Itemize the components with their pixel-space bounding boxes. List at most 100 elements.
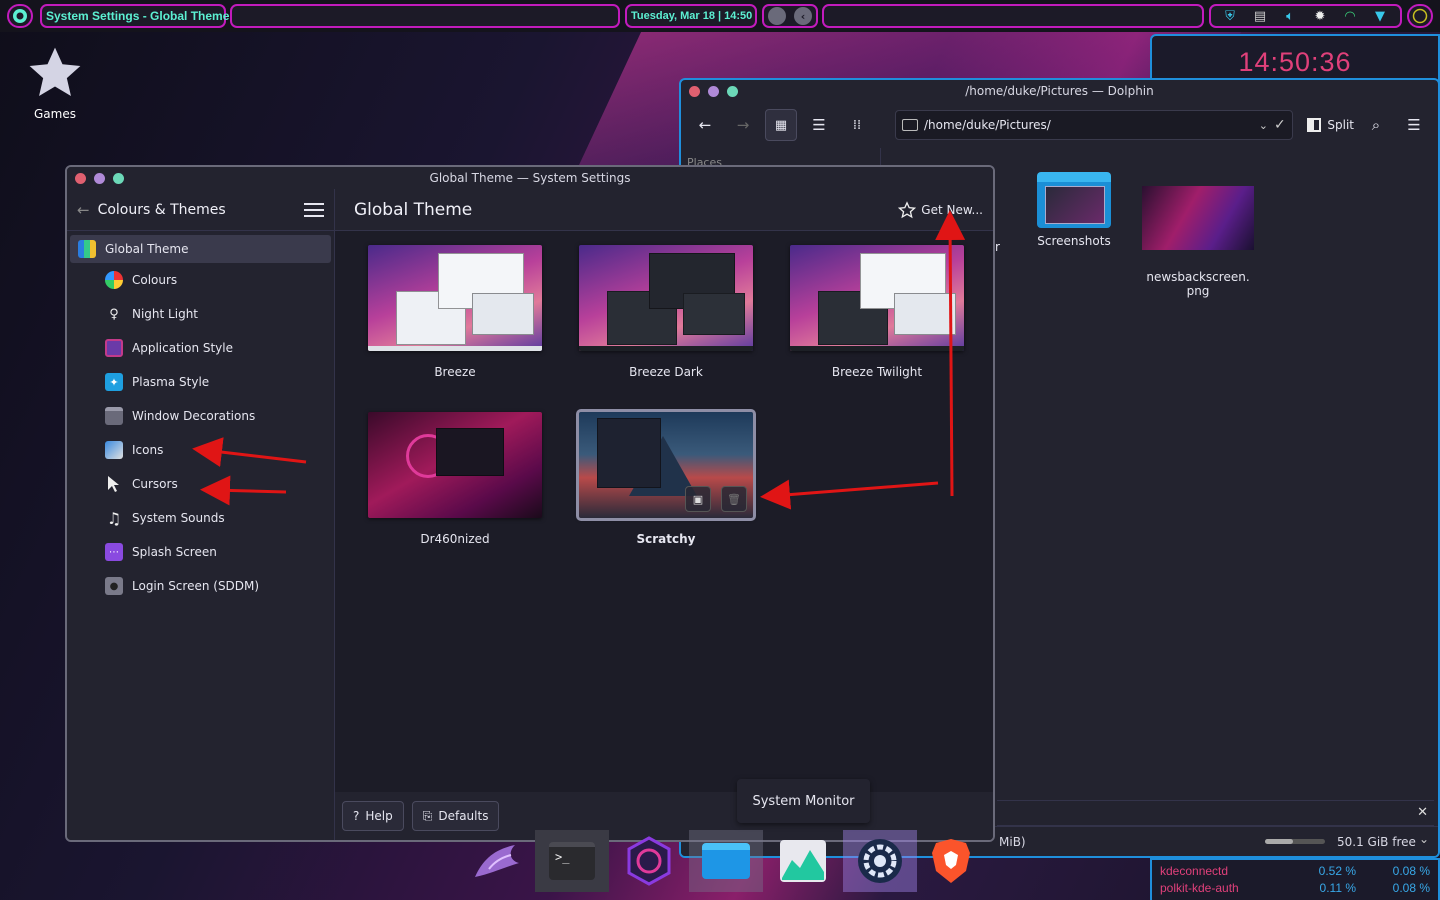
- dolphin-titlebar[interactable]: /home/duke/Pictures — Dolphin: [681, 80, 1438, 102]
- folder-icon: [902, 119, 918, 131]
- defaults-label: Defaults: [438, 809, 489, 823]
- tooltip-text: System Monitor: [752, 793, 855, 809]
- sidebar-item-system-sounds[interactable]: ♫ System Sounds: [67, 501, 334, 535]
- file-item[interactable]: newsbackscreen. png: [1139, 172, 1257, 298]
- settings-main: Global Theme Get New... Breeze Breeze Da…: [335, 189, 993, 840]
- theme-preview: ▣ 🗑︎: [576, 409, 756, 521]
- sidebar-item-icons[interactable]: Icons: [67, 433, 334, 467]
- process-cpu: 0.11 %: [1319, 880, 1356, 895]
- back-arrow-icon[interactable]: ←: [77, 201, 90, 219]
- volume-icon[interactable]: 🔈︎: [1275, 6, 1305, 26]
- split-button[interactable]: Split: [1306, 109, 1354, 141]
- desktop-icon-label: Games: [34, 107, 76, 121]
- settings-title: Global Theme — System Settings: [429, 171, 631, 185]
- minimize-button[interactable]: [708, 85, 719, 97]
- tray-expand-icon[interactable]: ▼: [1365, 6, 1395, 26]
- theme-grid: Breeze Breeze Dark Breeze Twilight Dr460…: [335, 231, 993, 792]
- chevron-down-icon[interactable]: ⌄: [1419, 832, 1429, 846]
- sidebar-item-login-screen[interactable]: ● Login Screen (SDDM): [67, 569, 334, 603]
- power-button[interactable]: [1407, 4, 1433, 28]
- checkmark-icon[interactable]: ✓: [1274, 117, 1286, 133]
- top-panel: System Settings - Global Theme Tuesday, …: [0, 0, 1440, 32]
- dragon-launcher-icon: [475, 845, 519, 877]
- dock-item-garuda[interactable]: [612, 830, 686, 892]
- shield-icon[interactable]: ⛨: [1215, 6, 1245, 26]
- close-button[interactable]: [75, 172, 86, 184]
- system-monitor-icon: [780, 840, 826, 882]
- desktop-icon-games[interactable]: Games: [22, 44, 88, 121]
- lock-icon[interactable]: [768, 7, 786, 25]
- dolphin-toolbar: ← → ▦ ☰ ⁞⁞ /home/duke/Pictures/ ⌄ ✓ Spli…: [681, 102, 1438, 148]
- sidebar-title: Colours & Themes: [97, 201, 226, 218]
- back-button[interactable]: ←: [689, 109, 721, 141]
- document-reset-icon: ⎘: [422, 808, 433, 823]
- forward-button[interactable]: →: [727, 109, 759, 141]
- lock-back-pill[interactable]: ‹: [762, 4, 818, 28]
- details-view-button[interactable]: ☰: [803, 109, 835, 141]
- sidebar-item-night-light[interactable]: ♀ Night Light: [67, 297, 334, 331]
- wifi-icon[interactable]: ◠: [1335, 6, 1365, 26]
- theme-card-breeze-dark[interactable]: Breeze Dark: [576, 245, 756, 379]
- sidebar-item-label: Global Theme: [105, 242, 189, 256]
- wallpaper-preview-button[interactable]: ▣: [685, 486, 711, 512]
- minimize-button[interactable]: [94, 172, 105, 184]
- dock-item-brave[interactable]: [914, 830, 988, 892]
- sidebar-item-colours[interactable]: Colours: [67, 263, 334, 297]
- sidebar-item-label: Night Light: [132, 307, 198, 321]
- dock-item-dragon[interactable]: [460, 830, 534, 892]
- dolphin-menu-button[interactable]: ☰: [1398, 109, 1430, 141]
- process-cpu: 0.52 %: [1318, 863, 1356, 878]
- process-name: polkit-kde-auth: [1160, 880, 1239, 895]
- dock-item-files[interactable]: [689, 830, 763, 892]
- dock-item-system-settings[interactable]: [843, 830, 917, 892]
- image-icon: ▣: [692, 492, 704, 506]
- sidebar-item-plasma-style[interactable]: ✦ Plasma Style: [67, 365, 334, 399]
- theme-card-breeze-twilight[interactable]: Breeze Twilight: [787, 245, 967, 379]
- sidebar-item-global-theme[interactable]: Global Theme: [70, 235, 331, 263]
- file-item[interactable]: Screenshots: [1015, 172, 1133, 248]
- help-button[interactable]: ? Help: [342, 801, 404, 831]
- theme-name: Breeze Dark: [629, 365, 703, 379]
- icons-icon: [105, 441, 123, 459]
- active-window-pill[interactable]: System Settings - Global Theme: [40, 4, 229, 28]
- split-view-icon: [1306, 118, 1322, 132]
- hamburger-menu-icon[interactable]: [304, 202, 324, 217]
- search-icon: ⌕: [1371, 116, 1381, 134]
- star-outline-icon: [898, 200, 917, 218]
- close-icon[interactable]: ✕: [1417, 805, 1428, 820]
- defaults-button[interactable]: ⎘ Defaults: [411, 801, 500, 831]
- system-tray: ⛨ ▤ 🔈︎ ✹ ◠ ▼: [1209, 4, 1402, 28]
- brightness-icon[interactable]: ✹: [1305, 6, 1335, 26]
- clock-time: 14:50:36: [1238, 47, 1352, 77]
- delete-theme-button[interactable]: 🗑︎: [721, 486, 747, 512]
- icons-view-button[interactable]: ▦: [765, 109, 797, 141]
- task-pill-empty[interactable]: [230, 4, 620, 28]
- hamburger-menu-icon: ☰: [1407, 116, 1421, 134]
- maximize-button[interactable]: [727, 85, 738, 97]
- settings-titlebar[interactable]: Global Theme — System Settings: [67, 167, 993, 189]
- maximize-button[interactable]: [113, 172, 124, 184]
- sidebar-item-cursors[interactable]: Cursors: [67, 467, 334, 501]
- theme-card-scratchy[interactable]: ▣ 🗑︎ Scratchy: [576, 409, 756, 546]
- back-arrow-icon[interactable]: ‹: [794, 7, 812, 25]
- theme-card-dr460nized[interactable]: Dr460nized: [365, 412, 545, 546]
- sidebar-item-splash-screen[interactable]: ⋯ Splash Screen: [67, 535, 334, 569]
- clipboard-icon[interactable]: ▤: [1245, 6, 1275, 26]
- system-monitor-widget: kdeconnectd 0.52 % 0.08 % polkit-kde-aut…: [1150, 858, 1440, 900]
- location-bar[interactable]: /home/duke/Pictures/ ⌄ ✓: [895, 110, 1293, 140]
- datetime-pill[interactable]: Tuesday, Mar 18 | 14:50: [625, 4, 757, 28]
- get-new-button[interactable]: Get New...: [898, 200, 983, 219]
- grid-view-icon: ▦: [774, 117, 788, 133]
- search-button[interactable]: ⌕: [1360, 109, 1392, 141]
- chevron-down-icon[interactable]: ⌄: [1259, 119, 1268, 132]
- sidebar-item-window-decorations[interactable]: Window Decorations: [67, 399, 334, 433]
- dock-item-terminal[interactable]: >_: [535, 830, 609, 892]
- theme-card-breeze[interactable]: Breeze: [365, 245, 545, 379]
- app-launcher-icon: [13, 9, 27, 23]
- compact-view-button[interactable]: ⁞⁞: [841, 109, 873, 141]
- theme-preview: [790, 245, 964, 351]
- sidebar-item-application-style[interactable]: Application Style: [67, 331, 334, 365]
- close-button[interactable]: [689, 85, 700, 97]
- dock-item-system-monitor[interactable]: [766, 830, 840, 892]
- app-launcher-button[interactable]: [7, 4, 33, 28]
